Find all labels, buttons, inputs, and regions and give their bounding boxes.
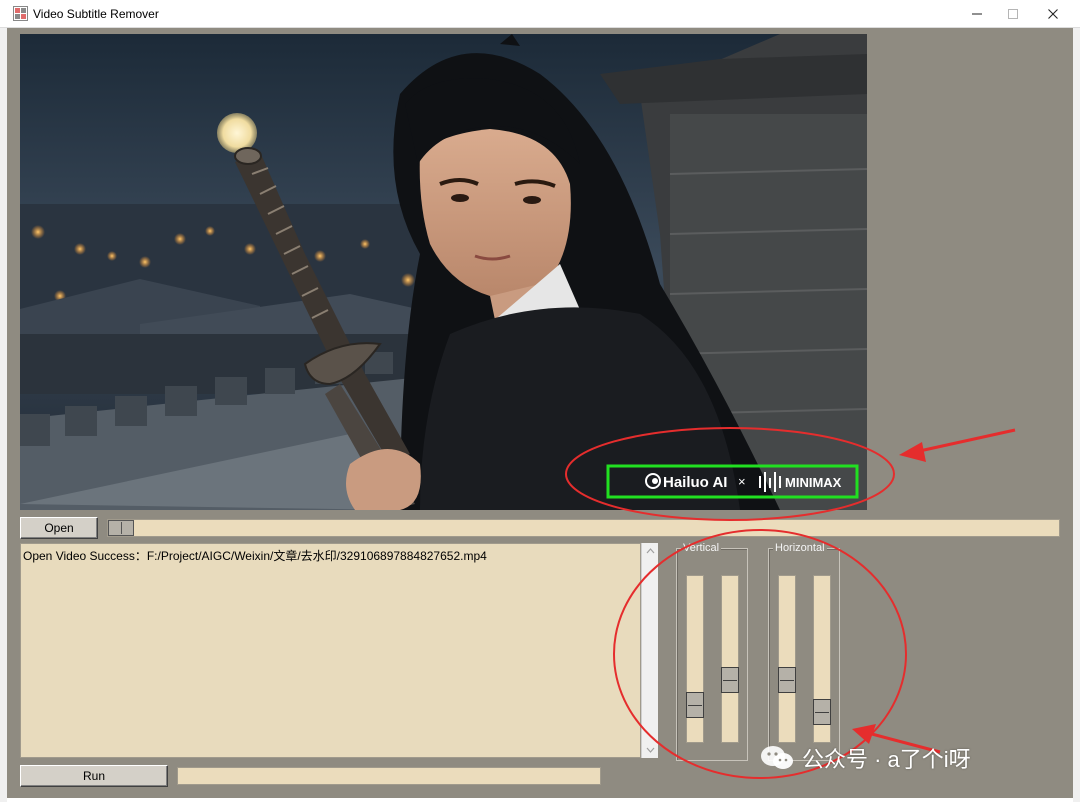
watermark-separator-text: × (738, 474, 746, 489)
close-icon (1048, 9, 1058, 19)
vertical-slider-2-thumb[interactable] (721, 667, 739, 693)
seek-slider-thumb[interactable] (108, 520, 134, 536)
scroll-down-button[interactable] (642, 742, 658, 758)
watermark-partner-text: MINIMAX (785, 475, 842, 490)
page-watermark-text: 公众号 · a了个i呀 (802, 747, 971, 772)
close-button[interactable] (1030, 0, 1076, 28)
maximize-icon (1008, 9, 1018, 19)
run-button[interactable]: Run (20, 765, 168, 787)
left-window-gutter (0, 28, 7, 802)
vertical-group-label: Vertical (681, 542, 722, 554)
vertical-slider-1[interactable] (686, 575, 704, 743)
vertical-slider-1-thumb[interactable] (686, 692, 704, 718)
app-icon (13, 6, 28, 21)
log-scrollbar[interactable] (641, 543, 658, 758)
log-line: Open Video Success：F:/Project/AIGC/Weixi… (23, 549, 487, 563)
horizontal-slider-2[interactable] (813, 575, 831, 743)
video-preview: Hailuo AI × MINIMAX (20, 34, 867, 510)
horizontal-group: Horizontal (768, 542, 840, 761)
seek-slider[interactable] (107, 519, 1060, 537)
page-watermark: 公众号 · a了个i呀 (760, 742, 971, 774)
vertical-group: Vertical (676, 542, 748, 761)
wechat-icon (761, 746, 793, 769)
horizontal-slider-2-thumb[interactable] (813, 699, 831, 725)
chevron-down-icon (646, 747, 654, 753)
watermark-brand-text: Hailuo AI (663, 474, 727, 491)
scroll-up-button[interactable] (642, 543, 658, 559)
horizontal-group-label: Horizontal (773, 542, 827, 554)
horizontal-slider-1[interactable] (778, 575, 796, 743)
app-client-area: Hailuo AI × MINIMAX Open Open Video Succ… (7, 28, 1073, 798)
horizontal-slider-1-thumb[interactable] (778, 667, 796, 693)
open-button[interactable]: Open (20, 517, 98, 539)
window-title: Video Subtitle Remover (33, 7, 159, 21)
chevron-up-icon (646, 548, 654, 554)
minimize-icon (972, 13, 982, 15)
log-output[interactable]: Open Video Success：F:/Project/AIGC/Weixi… (20, 543, 641, 758)
right-window-gutter (1073, 28, 1080, 802)
status-field (177, 767, 601, 785)
vertical-slider-2[interactable] (721, 575, 739, 743)
title-bar: Video Subtitle Remover (0, 0, 1080, 28)
